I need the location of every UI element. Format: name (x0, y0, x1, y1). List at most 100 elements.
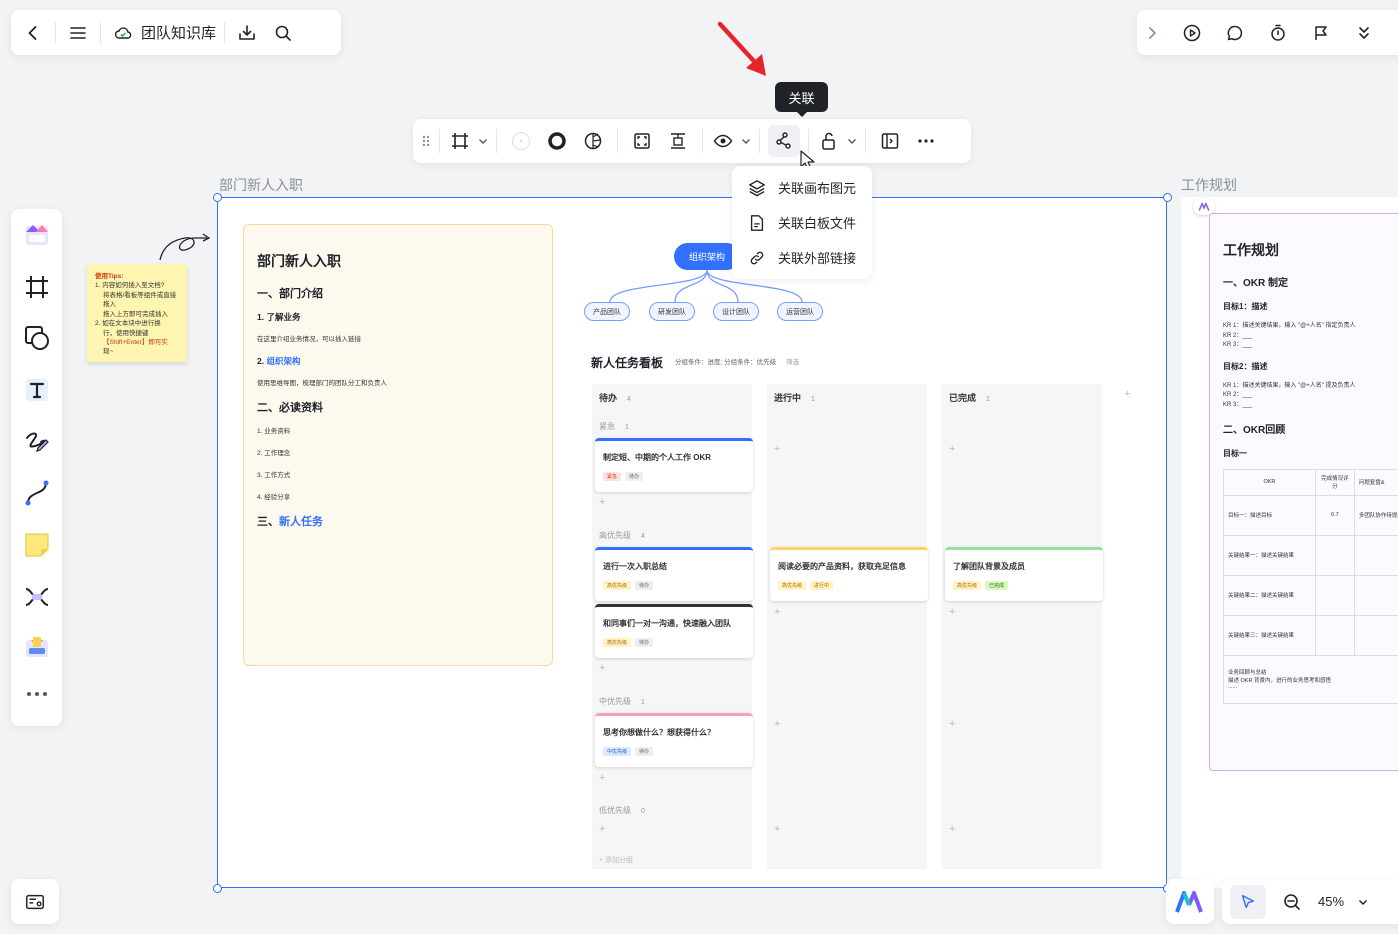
resize-handle[interactable] (213, 884, 222, 893)
link-relation-icon[interactable] (768, 125, 800, 157)
components-icon (25, 637, 48, 658)
search-icon[interactable] (269, 19, 297, 47)
select-tool-button[interactable] (1230, 884, 1266, 919)
add-card-button[interactable]: + (599, 823, 605, 835)
presentation-icon[interactable] (876, 127, 904, 155)
column-count: 4 (627, 396, 631, 403)
kanban-column-done (942, 384, 1102, 869)
onboarding-document-card[interactable]: 部门新人入职 一、部门介绍 1. 了解业务 在这里介绍业务情况，可以插入链接 2… (243, 224, 553, 666)
drag-handle-icon[interactable] (419, 127, 433, 155)
add-card-button[interactable]: + (774, 606, 780, 618)
resize-handle[interactable] (213, 193, 222, 202)
table-header: 完成情况评分 (1314, 468, 1355, 496)
mindmap-root[interactable]: 组织架构 (674, 243, 740, 270)
mindmap-node[interactable]: 运营团队 (777, 302, 823, 321)
okr-document-card[interactable]: 工作规划 一、OKR 制定 目标1：描述 KR 1：描述关键结果，输入 "@+人… (1209, 213, 1398, 771)
doc-title: 部门新人入职 (257, 253, 341, 269)
chevron-down-icon (848, 139, 856, 144)
table-cell: 多团队协作待提高 (1353, 494, 1398, 536)
menu-icon[interactable] (64, 19, 92, 47)
task-card[interactable]: 了解团队背景及成员 高优先级 已完成 (945, 547, 1103, 601)
org-chart-link[interactable]: 组织架构 (266, 356, 300, 366)
minimap-button[interactable] (11, 879, 59, 924)
table-header: 问题复盘& (1353, 468, 1398, 496)
task-card[interactable]: 制定短、中期的个人工作 OKR 紧急 待办 (595, 438, 753, 492)
visibility-dropdown[interactable] (709, 127, 753, 155)
chevron-down-icon[interactable] (1356, 895, 1370, 909)
kanban-filter[interactable]: 筛选 (786, 359, 799, 366)
play-icon[interactable] (1178, 19, 1206, 47)
add-card-button[interactable]: + (774, 718, 780, 730)
mindmap-node[interactable]: 产品团队 (584, 302, 630, 321)
add-card-button[interactable]: + (949, 443, 955, 455)
task-card[interactable]: 和同事们一对一沟通，快速融入团队 高优先级 待办 (595, 604, 753, 658)
more-icon[interactable] (912, 127, 940, 155)
resize-handle[interactable] (1163, 193, 1172, 202)
menu-item-link-canvas-element[interactable]: 关联画布图元 (736, 170, 868, 205)
pen-tool[interactable] (17, 422, 57, 462)
mindmap-node[interactable]: 设计团队 (713, 302, 759, 321)
vote-flag-icon[interactable] (1307, 19, 1335, 47)
frame-label-work-plan[interactable]: 工作规划 (1181, 175, 1237, 195)
add-card-button[interactable]: + (599, 496, 605, 508)
opacity-icon[interactable] (579, 127, 607, 155)
auto-height-icon[interactable] (664, 127, 692, 155)
document-title[interactable]: 团队知识库 (141, 22, 216, 43)
chevron-down-icon (742, 139, 750, 144)
add-card-button[interactable]: + (774, 823, 780, 835)
lock-dropdown[interactable] (815, 127, 859, 155)
doc-subsection: 2. 组织架构 (257, 355, 540, 367)
kanban-group-conditions[interactable]: 分组条件：进度; 分组条件：优先级 筛选 (675, 356, 799, 366)
frame-type-dropdown[interactable] (446, 127, 490, 155)
frame-tool[interactable] (17, 267, 57, 307)
frame-label-onboarding[interactable]: 部门新人入职 (219, 175, 303, 195)
divider (55, 21, 56, 44)
okr-goal-1-krs: KR 1：描述关键结果，输入 "@+人名" 指定负责人 KR 2：___ KR … (1223, 323, 1356, 349)
fill-color-icon[interactable] (507, 127, 535, 155)
back-icon[interactable] (19, 19, 47, 47)
ai-assistant-button[interactable] (1166, 879, 1214, 924)
shape-tool[interactable] (17, 318, 57, 358)
download-icon[interactable] (233, 19, 261, 47)
add-card-button[interactable]: + (599, 662, 605, 674)
mindmap-node[interactable]: 研发团队 (649, 302, 695, 321)
sticky-note[interactable]: 使用Tips: 1. 内容如何插入至文档? 将表格/看板等组件或直接拖入 拖入上… (87, 264, 187, 362)
menu-item-label: 关联白板文件 (778, 216, 857, 231)
group-count: 0 (641, 808, 645, 815)
add-card-button[interactable]: + (949, 718, 955, 730)
tasks-link[interactable]: 新人任务 (279, 516, 323, 528)
add-card-button[interactable]: + (949, 823, 955, 835)
task-card[interactable]: 阅读必要的产品资料，获取充足信息 高优先级 进行中 (770, 547, 928, 601)
top-toolbar: 团队知识库 (11, 10, 341, 55)
task-card[interactable]: 思考你想做什么？想获得什么？ 中优先级 待办 (595, 713, 753, 767)
add-card-button[interactable]: + (774, 443, 780, 455)
more-tools-button[interactable] (17, 674, 57, 714)
frame-icon (446, 127, 474, 155)
border-style-icon[interactable] (543, 127, 571, 155)
connector-tool[interactable] (17, 474, 57, 514)
add-column-button[interactable]: + (1124, 388, 1130, 400)
mindmap-tool[interactable] (17, 577, 57, 617)
sticky-note-tool[interactable] (17, 525, 57, 565)
table-cell: 业务回顾与总结 描述 OKR 背景内，进行的业务思考和感悟 ...... (1223, 654, 1398, 704)
more-components-tool[interactable] (17, 629, 57, 669)
connector-icon (25, 480, 48, 506)
curved-arrow-connector[interactable] (155, 228, 215, 262)
add-group-button[interactable]: + 添加分组 (599, 855, 633, 865)
task-card[interactable]: 进行一次入职总结 高优先级 待办 (595, 547, 753, 601)
chevron-right-icon[interactable] (1141, 19, 1163, 47)
add-card-button[interactable]: + (949, 606, 955, 618)
double-chevron-down-icon[interactable] (1350, 19, 1378, 47)
doc-paragraph: 使用思维导图，梳理部门的团队分工和负责人 (257, 380, 387, 387)
template-tool[interactable] (17, 215, 57, 255)
zoom-out-icon[interactable] (1278, 888, 1306, 916)
menu-item-link-external-url[interactable]: 关联外部链接 (736, 240, 868, 275)
divider (224, 21, 226, 44)
timer-icon[interactable] (1264, 19, 1292, 47)
menu-item-link-whiteboard-file[interactable]: 关联白板文件 (736, 205, 868, 240)
add-card-button[interactable]: + (599, 772, 605, 784)
text-tool[interactable] (17, 370, 57, 410)
zoom-level[interactable]: 45% (1318, 894, 1344, 909)
fit-content-icon[interactable] (628, 127, 656, 155)
comment-icon[interactable] (1221, 19, 1249, 47)
